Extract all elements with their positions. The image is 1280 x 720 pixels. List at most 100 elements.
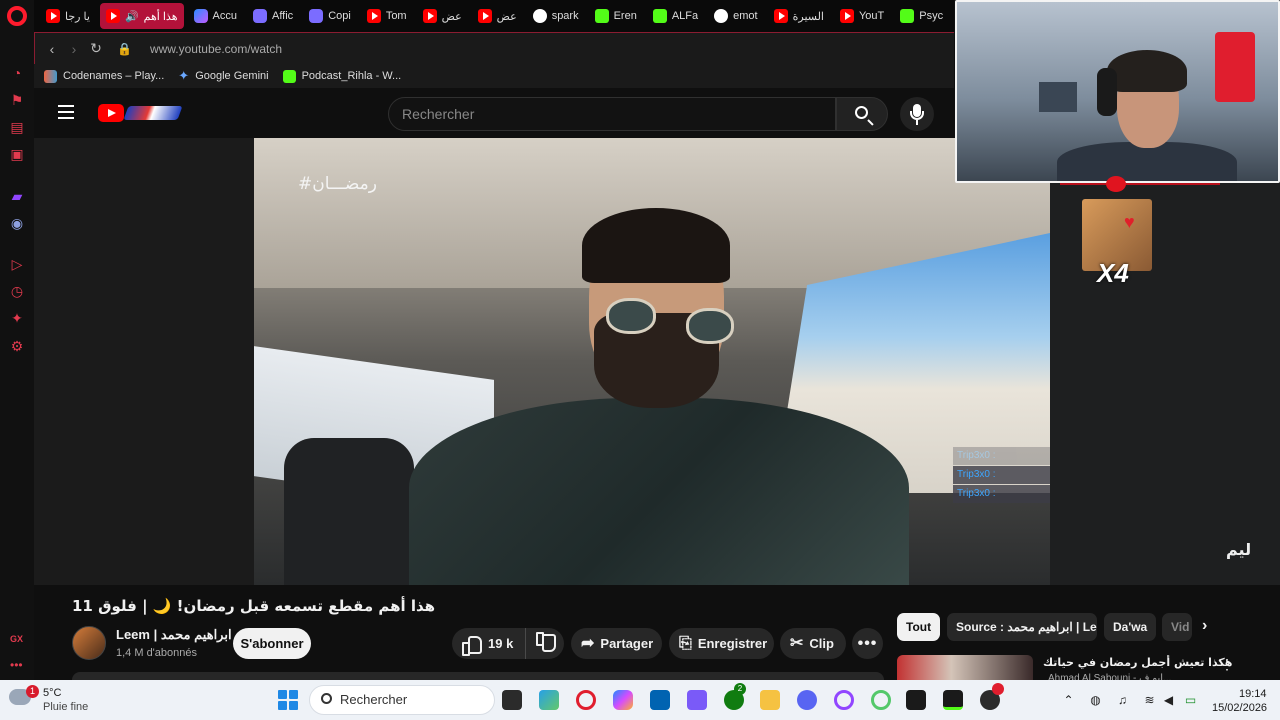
kick-taskbar-icon[interactable] — [943, 690, 963, 710]
discord-taskbar-icon[interactable] — [797, 690, 817, 710]
youtube-favicon-icon — [105, 9, 120, 23]
messenger-icon[interactable]: ▣ — [9, 146, 25, 162]
voice-search-button[interactable] — [900, 97, 934, 131]
bookmark-podcast[interactable]: Podcast_Rihla - W... — [282, 69, 401, 83]
youtube-doodle-logo[interactable] — [123, 106, 183, 120]
google-favicon-icon — [714, 9, 729, 23]
tab-item[interactable]: Accu — [188, 3, 243, 29]
tray-overflow-icon[interactable]: ⌃ — [1062, 694, 1075, 707]
opera-taskbar-icon[interactable] — [576, 690, 596, 710]
speaker-icon[interactable]: 🔊 — [125, 10, 139, 23]
tab-item[interactable]: يا رجا — [40, 3, 96, 29]
tab-item[interactable]: عض — [417, 3, 468, 29]
youtube-favicon-icon — [773, 9, 788, 23]
subscribe-button[interactable]: S'abonner — [233, 628, 311, 659]
recommendation-thumbnail[interactable] — [897, 655, 1033, 680]
tab-item[interactable]: emot — [708, 3, 763, 29]
tab-item[interactable]: Psyc — [894, 3, 949, 29]
video-frame[interactable]: #رمضـــان — [254, 138, 1050, 585]
description-box[interactable] — [72, 672, 884, 680]
url-field[interactable]: www.youtube.com/watch — [150, 42, 282, 56]
clock-time[interactable]: 19:14 — [1239, 688, 1267, 700]
player-icon[interactable]: ▷ — [9, 256, 25, 272]
settings-gear-icon[interactable]: ⚙ — [9, 338, 25, 354]
video-hashtag-overlay: #رمضـــان — [298, 174, 377, 194]
dislike-button[interactable] — [526, 628, 564, 659]
clock-date[interactable]: 15/02/2026 — [1212, 702, 1267, 714]
tab-label: Eren — [613, 10, 637, 22]
more-actions-button[interactable]: ••• — [852, 628, 883, 659]
channel-avatar[interactable] — [72, 626, 106, 660]
chevron-right-icon[interactable]: › — [1202, 617, 1207, 635]
search-button[interactable] — [836, 97, 888, 131]
tab-item[interactable]: Copi — [303, 3, 357, 29]
kick-favicon-icon — [594, 9, 609, 23]
youtube-favicon-icon — [477, 9, 492, 23]
codenames-favicon-icon — [44, 69, 57, 83]
tab-item[interactable]: عض — [472, 3, 523, 29]
gx-control-icon[interactable]: GX — [10, 634, 23, 644]
taskbar-search[interactable]: Rechercher — [309, 685, 495, 715]
extensions-icon[interactable]: ✦ — [9, 310, 25, 326]
bookmark-label: Codenames – Play... — [63, 70, 165, 82]
gx-corner-icon[interactable]: ⚑ — [9, 92, 25, 108]
tab-item[interactable]: السيرة — [768, 3, 830, 29]
opera-gx-purple-icon[interactable] — [834, 690, 854, 710]
menu-hamburger-icon[interactable] — [58, 105, 74, 119]
copilot-icon[interactable] — [613, 690, 633, 710]
windows-start-icon[interactable] — [278, 690, 298, 710]
bookmark-codenames[interactable]: Codenames – Play... — [44, 69, 165, 83]
reload-icon[interactable]: ↻ — [85, 40, 107, 57]
recommendation-title[interactable]: هكذا تعيش أجمل رمضان في حياتك — [1043, 656, 1232, 669]
bookmark-gemini[interactable]: ✦ Google Gemini — [178, 68, 268, 84]
tab-item[interactable]: Eren — [589, 3, 643, 29]
tab-item[interactable]: spark — [527, 3, 585, 29]
opera-gx-green-icon[interactable] — [871, 690, 891, 710]
clip-button[interactable]: ✂ Clip — [780, 628, 846, 659]
weather-temperature[interactable]: 5°C — [43, 687, 61, 699]
like-button[interactable]: 19 k — [452, 628, 526, 659]
chip-dawa[interactable]: Da'wa — [1104, 613, 1156, 641]
channel-name[interactable]: Leem | ابراهيم محمد — [116, 627, 232, 643]
store-icon[interactable] — [650, 690, 670, 710]
chip-all[interactable]: Tout — [897, 613, 940, 641]
microphone-tray-icon[interactable]: ♫ — [1116, 694, 1129, 707]
battery-icon[interactable]: ▭ — [1184, 694, 1197, 707]
back-arrow-icon[interactable]: ‹ — [41, 41, 63, 57]
weather-description[interactable]: Pluie fine — [43, 701, 88, 713]
kebab-menu-icon[interactable]: ⋮ — [1220, 656, 1234, 673]
tab-item[interactable]: Affic — [247, 3, 299, 29]
file-explorer-icon[interactable] — [760, 690, 780, 710]
youtube-logo-icon[interactable] — [98, 104, 124, 122]
search-input[interactable]: Rechercher — [388, 97, 836, 131]
tab-item[interactable]: ALFa — [647, 3, 704, 29]
tab-item[interactable]: Tom — [361, 3, 413, 29]
chip-videos[interactable]: Vid — [1162, 613, 1192, 641]
news-icon[interactable]: ▤ — [9, 119, 25, 135]
sidebar-more-icon[interactable]: ••• — [10, 658, 23, 672]
purple-app-icon[interactable] — [687, 690, 707, 710]
lock-icon[interactable]: 🔒 — [117, 42, 132, 56]
widgets-icon[interactable] — [539, 690, 559, 710]
history-icon[interactable]: ◷ — [9, 283, 25, 299]
tab-item-active[interactable]: 🔊 هذا أهم — [99, 3, 184, 29]
opera-logo-icon[interactable] — [7, 6, 27, 26]
channel-watermark[interactable]: ليم — [1226, 540, 1251, 559]
terminal-icon[interactable] — [906, 690, 926, 710]
kick-favicon-icon — [900, 9, 915, 23]
discord-icon[interactable]: ◉ — [9, 215, 25, 231]
location-icon[interactable]: ◍ — [1089, 694, 1102, 707]
tab-item[interactable]: YouT — [834, 3, 890, 29]
save-button[interactable]: ⎘ Enregistrer — [669, 628, 774, 659]
tab-label: emot — [733, 10, 758, 22]
subscriber-count: 1,4 M d'abonnés — [116, 647, 197, 659]
speed-dial-icon[interactable]: ◔ — [9, 65, 25, 81]
task-view-icon[interactable] — [502, 690, 522, 710]
chip-source[interactable]: Source : ابراهيم محمد | Leem — [947, 613, 1097, 641]
wifi-icon[interactable]: ≋ — [1143, 694, 1156, 707]
twitch-icon[interactable]: ▰ — [9, 188, 25, 204]
share-button[interactable]: ➦ Partager — [571, 628, 662, 659]
youtube-favicon-icon — [422, 9, 437, 23]
forward-arrow-icon[interactable]: › — [63, 41, 85, 57]
volume-icon[interactable]: ◀ — [1162, 694, 1175, 707]
